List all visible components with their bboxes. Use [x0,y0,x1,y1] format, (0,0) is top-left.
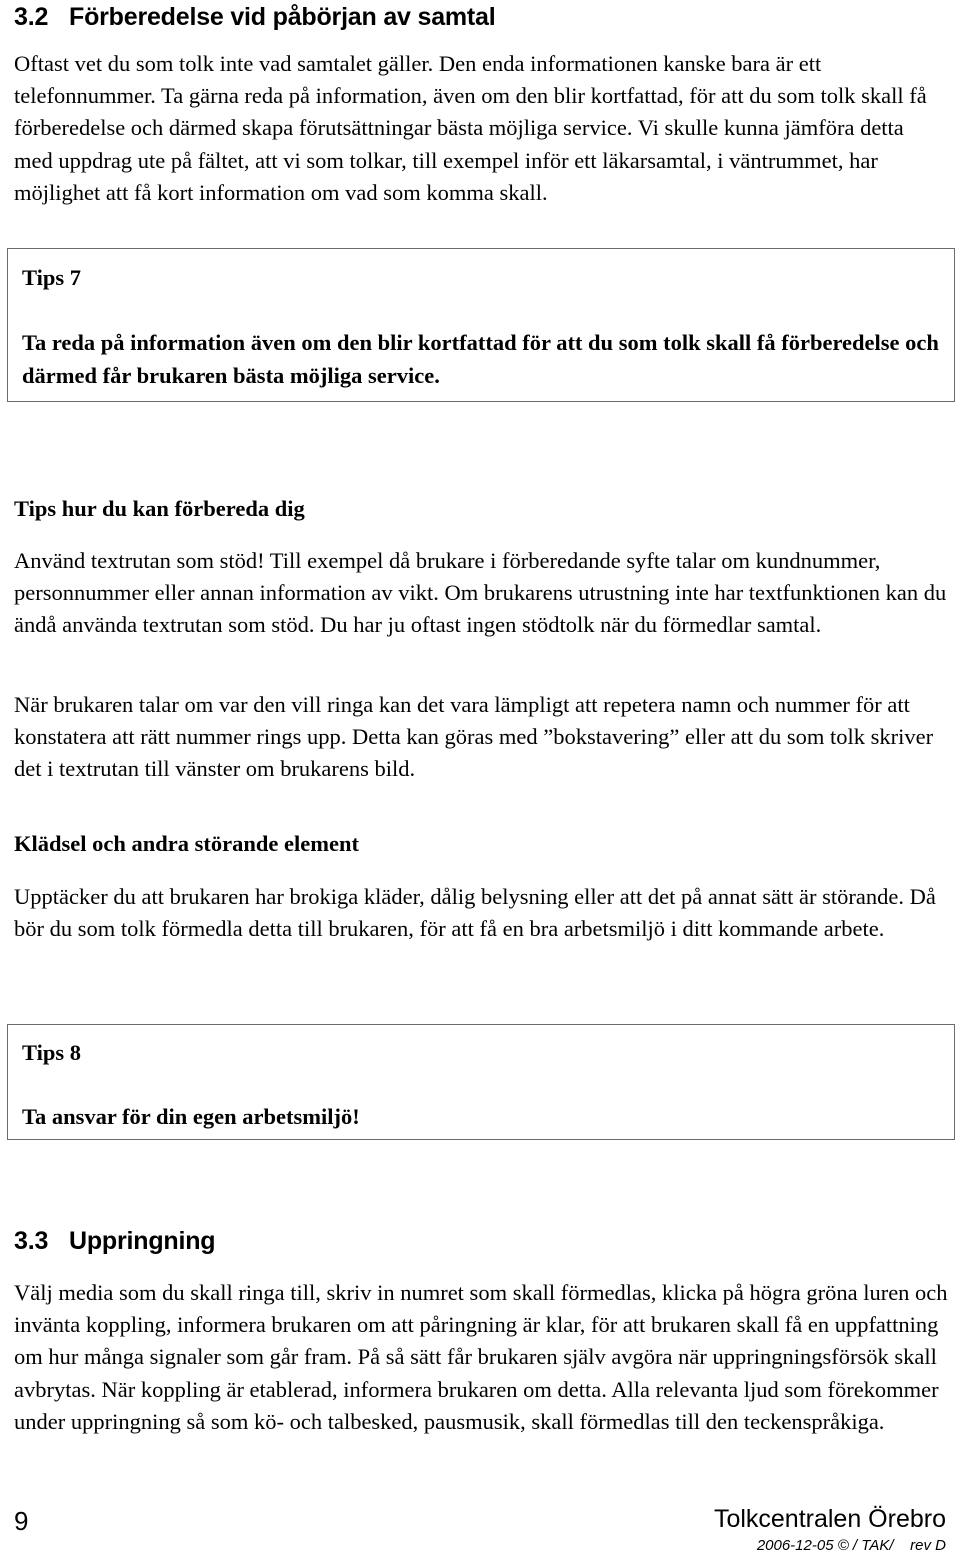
document-page: 3.2 Förberedelse vid påbörjan av samtal O… [0,0,960,1559]
tips-box-7-title: Tips 7 [22,265,81,290]
page-footer: 9 Tolkcentralen Örebro 2006-12-05 © / TA… [0,1498,960,1559]
tips-box-8-text: Ta ansvar för din egen arbetsmiljö! [22,1104,360,1129]
tips-box-8-title: Tips 8 [22,1040,81,1065]
tips-box-8-inner: Tips 8 Ta ansvar för din egen arbetsmilj… [8,1025,954,1134]
subheading-forberedelse: Tips hur du kan förbereda dig [14,496,305,521]
tips-box-7-inner: Tips 7 Ta reda på information även om de… [8,249,954,392]
tips-box-8: Tips 8 Ta ansvar för din egen arbetsmilj… [7,1024,955,1140]
paragraph-kladsel: Upptäcker du att brukaren har brokiga kl… [14,884,936,942]
footer-revision: 2006-12-05 © / TAK/ rev D [756,1537,946,1554]
section-title-3-3: Uppringning [69,1227,216,1255]
tips-box-7: Tips 7 Ta reda på information även om de… [7,248,955,402]
paragraph-intro: Oftast vet du som tolk inte vad samtalet… [14,51,927,205]
section-heading-3-2: 3.2 Förberedelse vid påbörjan av samtal [14,3,496,32]
footer-page-number: 9 [14,1506,29,1536]
section-heading-3-3: 3.3 Uppringning [14,1227,216,1256]
section-number-3-3: 3.3 [14,1227,49,1255]
tips-box-7-text: Ta reda på information även om den blir … [22,330,939,388]
section-number-3-2: 3.2 [14,3,49,31]
section-title-3-2: Förberedelse vid påbörjan av samtal [69,3,496,31]
paragraph-textruta: Använd textrutan som stöd! Till exempel … [14,548,947,638]
subheading-kladsel: Klädsel och andra störande element [14,831,359,856]
paragraph-repetera: När brukaren talar om var den vill ringa… [14,692,934,782]
paragraph-uppringning: Välj media som du skall ringa till, skri… [14,1280,948,1434]
footer-organisation: Tolkcentralen Örebro [713,1505,946,1533]
